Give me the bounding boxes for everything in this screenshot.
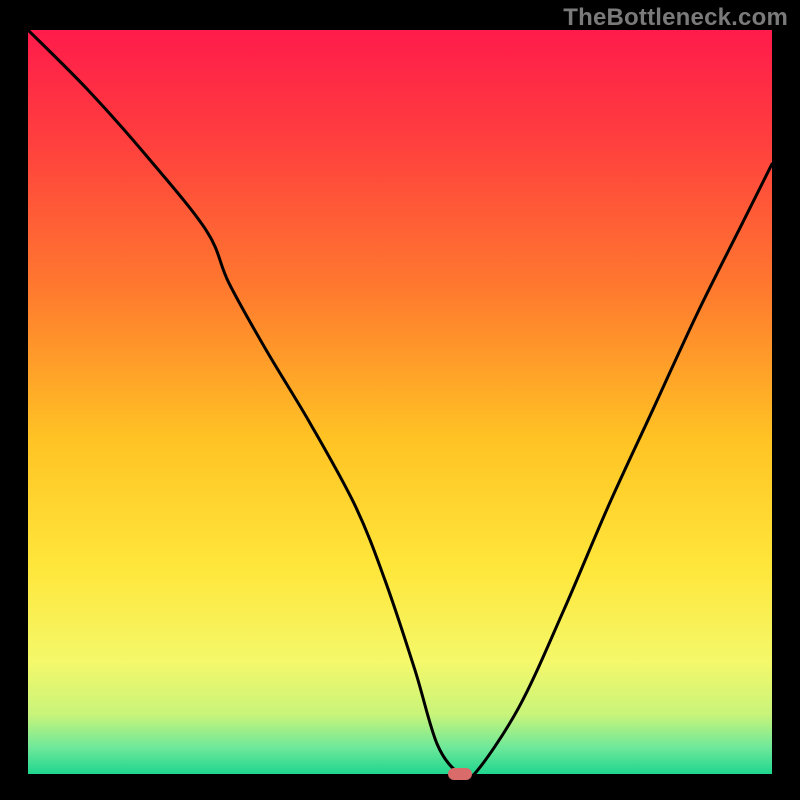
chart-frame: TheBottleneck.com <box>0 0 800 800</box>
watermark-text: TheBottleneck.com <box>563 4 788 32</box>
plot-svg <box>28 30 772 774</box>
plot-background <box>28 30 772 774</box>
bottleneck-plot <box>28 30 772 774</box>
optimal-marker <box>448 768 472 780</box>
